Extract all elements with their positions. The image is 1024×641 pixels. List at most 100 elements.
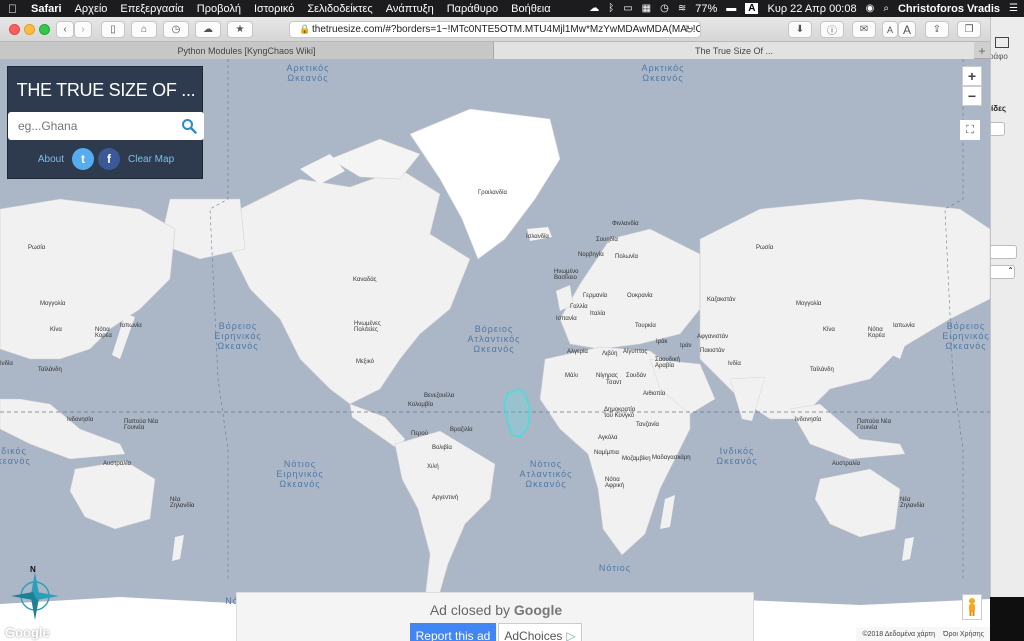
clear-map-link[interactable]: Clear Map <box>128 154 174 165</box>
share-button[interactable]: ⇪ <box>925 21 949 38</box>
fullscreen-button[interactable]: ⛶ <box>960 120 980 140</box>
grid-icon[interactable]: ▦ <box>642 3 651 14</box>
map-canvas[interactable]: Αρκτικός Ωκεανός Αρκτικός Ωκεανός Βόρειο… <box>0 59 990 641</box>
zoom-window-button[interactable] <box>39 24 50 35</box>
star-icon: ★ <box>235 24 245 35</box>
menu-develop[interactable]: Ανάπτυξη <box>386 3 434 15</box>
address-bar[interactable]: 🔒 thetruesize.com/#?borders=1~!MTc0NTE5O… <box>289 21 701 38</box>
siri-icon[interactable]: ◉ <box>866 3 875 14</box>
compass-rose-icon: N <box>11 565 59 620</box>
ocean-label-arctic-right: Αρκτικός Ωκεανός <box>641 63 685 83</box>
label-ethiopia: Αιθιοπία <box>643 391 666 397</box>
bookmarks-button[interactable]: ★ <box>227 21 253 38</box>
menu-edit[interactable]: Επεξεργασία <box>120 3 183 15</box>
menu-bookmarks[interactable]: Σελιδοδείκτες <box>307 3 372 15</box>
truesize-panel: THE TRUE SIZE OF ... About t f Clear Map <box>7 66 204 179</box>
panel-title: THE TRUE SIZE OF ... <box>16 80 196 100</box>
reload-icon[interactable]: ↻ <box>685 23 694 36</box>
home-button[interactable]: ⌂ <box>131 21 157 38</box>
minimize-window-button[interactable] <box>24 24 35 35</box>
label-algeria: Αλγερία <box>567 349 588 355</box>
label-drc: Δημοκρατία του Κονγκό <box>604 407 636 419</box>
menu-window[interactable]: Παράθυρο <box>447 3 498 15</box>
tab-truesize[interactable]: The True Size Of ... <box>494 42 974 59</box>
ocean-label-indian-left: δικός κεανός <box>0 446 31 466</box>
terms-link[interactable]: Όροι Χρήσης <box>943 631 984 638</box>
menu-help[interactable]: Βοήθεια <box>511 3 550 15</box>
tab-kyngchaos[interactable]: Python Modules [KyngChaos Wiki] <box>0 42 494 59</box>
history-button[interactable]: ◷ <box>163 21 189 38</box>
tab-bar: Python Modules [KyngChaos Wiki] The True… <box>0 42 990 59</box>
back-button[interactable]: ‹ <box>56 21 74 38</box>
ocean-label-n-pacific-left: Βόρειος Ειρηνικός Ωκεανός <box>214 321 262 351</box>
cloud-icon[interactable]: ☁ <box>589 3 599 14</box>
zoom-in-button[interactable]: + <box>962 66 982 86</box>
label-china-left: Κίνα <box>50 327 62 333</box>
downloads-button[interactable]: ⬇ <box>788 21 812 38</box>
label-indonesia-left: Ινδονησία <box>67 417 94 423</box>
side-window-field-2[interactable] <box>991 245 1017 259</box>
text-larger-button[interactable]: A <box>898 21 916 38</box>
label-japan-right: Ιαπωνία <box>893 323 915 329</box>
tabs-overview-button[interactable]: ❐ <box>957 21 981 38</box>
label-iceland: Ισλανδία <box>526 234 549 240</box>
side-window-select[interactable]: ⌃ <box>991 265 1015 279</box>
forward-button[interactable]: › <box>74 21 92 38</box>
facebook-icon[interactable]: f <box>98 148 120 170</box>
battery-icon[interactable]: ▬ <box>726 3 736 14</box>
apple-menu-icon[interactable]:  <box>8 2 17 16</box>
label-venezuela: Βενεζουέλα <box>424 393 455 399</box>
ocean-label-s-atlantic: Νότιος Ατλαντικός Ωκεανός <box>519 459 573 489</box>
menu-file[interactable]: Αρχείο <box>75 3 108 15</box>
street-view-pegman-icon[interactable] <box>962 594 982 620</box>
label-mongolia-right: Μογγολία <box>796 301 822 307</box>
label-saudi: Σαουδική Αραβία <box>655 357 680 369</box>
battery-box-icon[interactable]: ▭ <box>623 3 632 14</box>
text-smaller-button[interactable]: A <box>882 21 898 38</box>
side-window-field-1[interactable] <box>991 122 1005 136</box>
mail-button[interactable]: ✉ <box>852 21 876 38</box>
info-button[interactable]: ⓘ <box>820 21 844 38</box>
about-link[interactable]: About <box>38 154 64 165</box>
battery-percent[interactable]: 77% <box>695 3 717 15</box>
side-window-text-1: ράφο <box>990 52 1008 61</box>
wifi-icon[interactable]: ≋ <box>678 3 686 14</box>
sidebar-toggle-button[interactable]: ▯ <box>101 21 125 38</box>
label-namibia: Ναμίμπια <box>594 450 619 456</box>
menu-app-name[interactable]: Safari <box>31 3 62 15</box>
label-bolivia: Βολιβία <box>432 445 452 451</box>
spotlight-search-icon[interactable]: ⌕ <box>883 3 889 14</box>
label-turkey: Τουρκία <box>635 323 656 329</box>
label-france: Γαλλία <box>570 304 588 310</box>
label-egypt: Αίγυπτος <box>623 349 648 355</box>
menu-history[interactable]: Ιστορικό <box>254 3 294 15</box>
adchoices-button[interactable]: AdChoices ▷ <box>498 623 582 641</box>
report-ad-button[interactable]: Report this ad <box>410 623 496 641</box>
bluetooth-icon[interactable]: ᛒ <box>608 3 614 14</box>
menu-view[interactable]: Προβολή <box>197 3 241 15</box>
icloud-tabs-button[interactable]: ☁ <box>195 21 221 38</box>
close-window-button[interactable] <box>9 24 20 35</box>
country-search-input[interactable] <box>18 112 178 140</box>
country-search-box <box>8 112 204 140</box>
notification-center-icon[interactable]: ☰ <box>1009 3 1018 14</box>
zoom-out-button[interactable]: − <box>962 86 982 106</box>
side-window-icon[interactable] <box>995 37 1009 48</box>
label-finland: Φινλανδία <box>612 221 639 227</box>
new-tab-button[interactable]: + <box>974 42 990 59</box>
input-source-indicator[interactable]: A <box>745 3 759 14</box>
menubar-user[interactable]: Christoforos Vradis <box>898 3 1000 15</box>
label-peru: Περού <box>411 431 429 437</box>
label-mongolia-left: Μογγολία <box>40 301 66 307</box>
adchoices-icon: ▷ <box>566 628 576 641</box>
time-machine-icon[interactable]: ◷ <box>660 3 669 14</box>
google-logo: Google <box>5 625 50 640</box>
search-icon[interactable] <box>181 118 197 134</box>
info-icon: ⓘ <box>827 26 837 37</box>
twitter-icon[interactable]: t <box>72 148 94 170</box>
macos-menubar:  Safari Αρχείο Επεξεργασία Προβολή Ιστο… <box>0 0 1024 17</box>
ocean-label-south-bottom: Νότιος <box>598 563 632 573</box>
share-icon: ⇪ <box>932 24 942 35</box>
menubar-clock[interactable]: Κυρ 22 Απρ 00:08 <box>767 3 856 15</box>
label-afghanistan: Αφγανιστάν <box>697 334 729 340</box>
